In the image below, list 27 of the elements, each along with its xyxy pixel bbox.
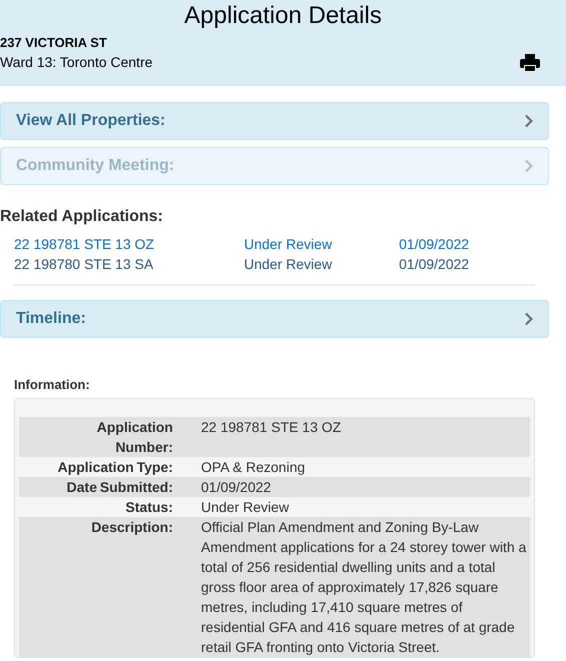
status-link[interactable]: Under Review [244, 254, 332, 274]
field-label: Application Number: [96, 418, 173, 457]
application-link[interactable]: 22 198780 STE 13 SA [14, 254, 154, 274]
chevron-right-icon [524, 114, 534, 128]
print-icon[interactable] [520, 54, 540, 72]
accordion-header[interactable]: Timeline: [0, 300, 549, 338]
chevron-right-icon [524, 312, 534, 326]
field-value: 22 198781 STE 13 OZ [201, 418, 342, 437]
field-label: Date Submitted: [66, 478, 173, 497]
date-link[interactable]: 01/09/2022 [399, 234, 470, 254]
field-value: Official Plan Amendment and Zoning By-Law Amendment applications for a 24 storey tower with a total of 256 residential dwelling units and a total gross floor area of approximately 17,826 square metres, including 17,410 square metres of residential GFA and 416 square metres of at grade retail GFA fronting onto Victoria Street. [201, 518, 528, 657]
section-heading: Information: [14, 377, 91, 392]
field-label: Application Type: [56, 458, 173, 477]
page-title: Application Details [183, 2, 383, 30]
field-value: 01/09/2022 [201, 478, 272, 497]
accordion-header[interactable]: View All Properties: [0, 102, 549, 140]
address-text: 237 VICTORIA ST [0, 34, 108, 52]
field-value: OPA & Rezoning [201, 458, 306, 477]
chevron-right-icon [524, 159, 534, 173]
section-heading: Related Applications: [0, 208, 164, 226]
status-link[interactable]: Under Review [244, 234, 332, 254]
field-label: Status: [124, 498, 173, 517]
field-value: Under Review [201, 498, 290, 517]
field-label: Description: [90, 518, 173, 537]
ward-text: Ward 13: Toronto Centre [0, 53, 153, 72]
application-link[interactable]: 22 198781 STE 13 OZ [14, 234, 154, 254]
date-link[interactable]: 01/09/2022 [399, 254, 470, 274]
